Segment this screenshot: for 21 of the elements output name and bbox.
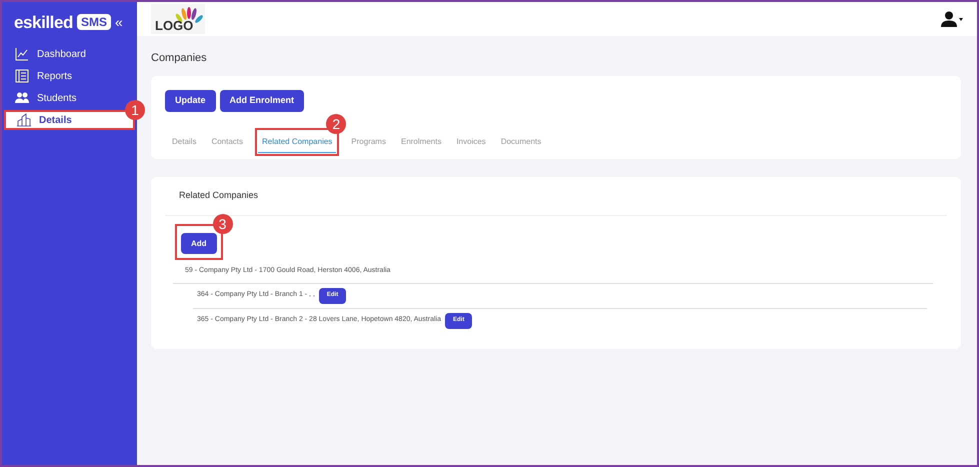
caret-icon[interactable] [959,18,963,20]
callout-number: 2 [326,114,346,134]
sidebar-item[interactable]: Students [4,88,88,108]
company-logo: LOGO [151,4,205,34]
user-icon[interactable] [941,11,957,27]
line-chart-icon [15,47,29,61]
action-button[interactable]: Update [165,90,216,112]
sidebar-item[interactable]: Reports [4,66,84,86]
list-icon [15,69,29,83]
callout-number: 3 [212,214,233,234]
section-title: Related Companies [165,177,947,216]
tab[interactable]: Related Companies [258,131,336,153]
users-icon [15,91,29,105]
add-button[interactable]: Add [181,233,217,254]
brand-logo: eskilled [14,14,73,30]
sms-badge: SMS [76,14,111,30]
building-icon [17,113,31,127]
page-title: Companies [151,51,208,66]
collapse-button[interactable]: « [115,15,123,29]
action-button[interactable]: Add Enrolment [220,90,304,112]
sidebar-item[interactable]: Dashboard [4,44,97,64]
